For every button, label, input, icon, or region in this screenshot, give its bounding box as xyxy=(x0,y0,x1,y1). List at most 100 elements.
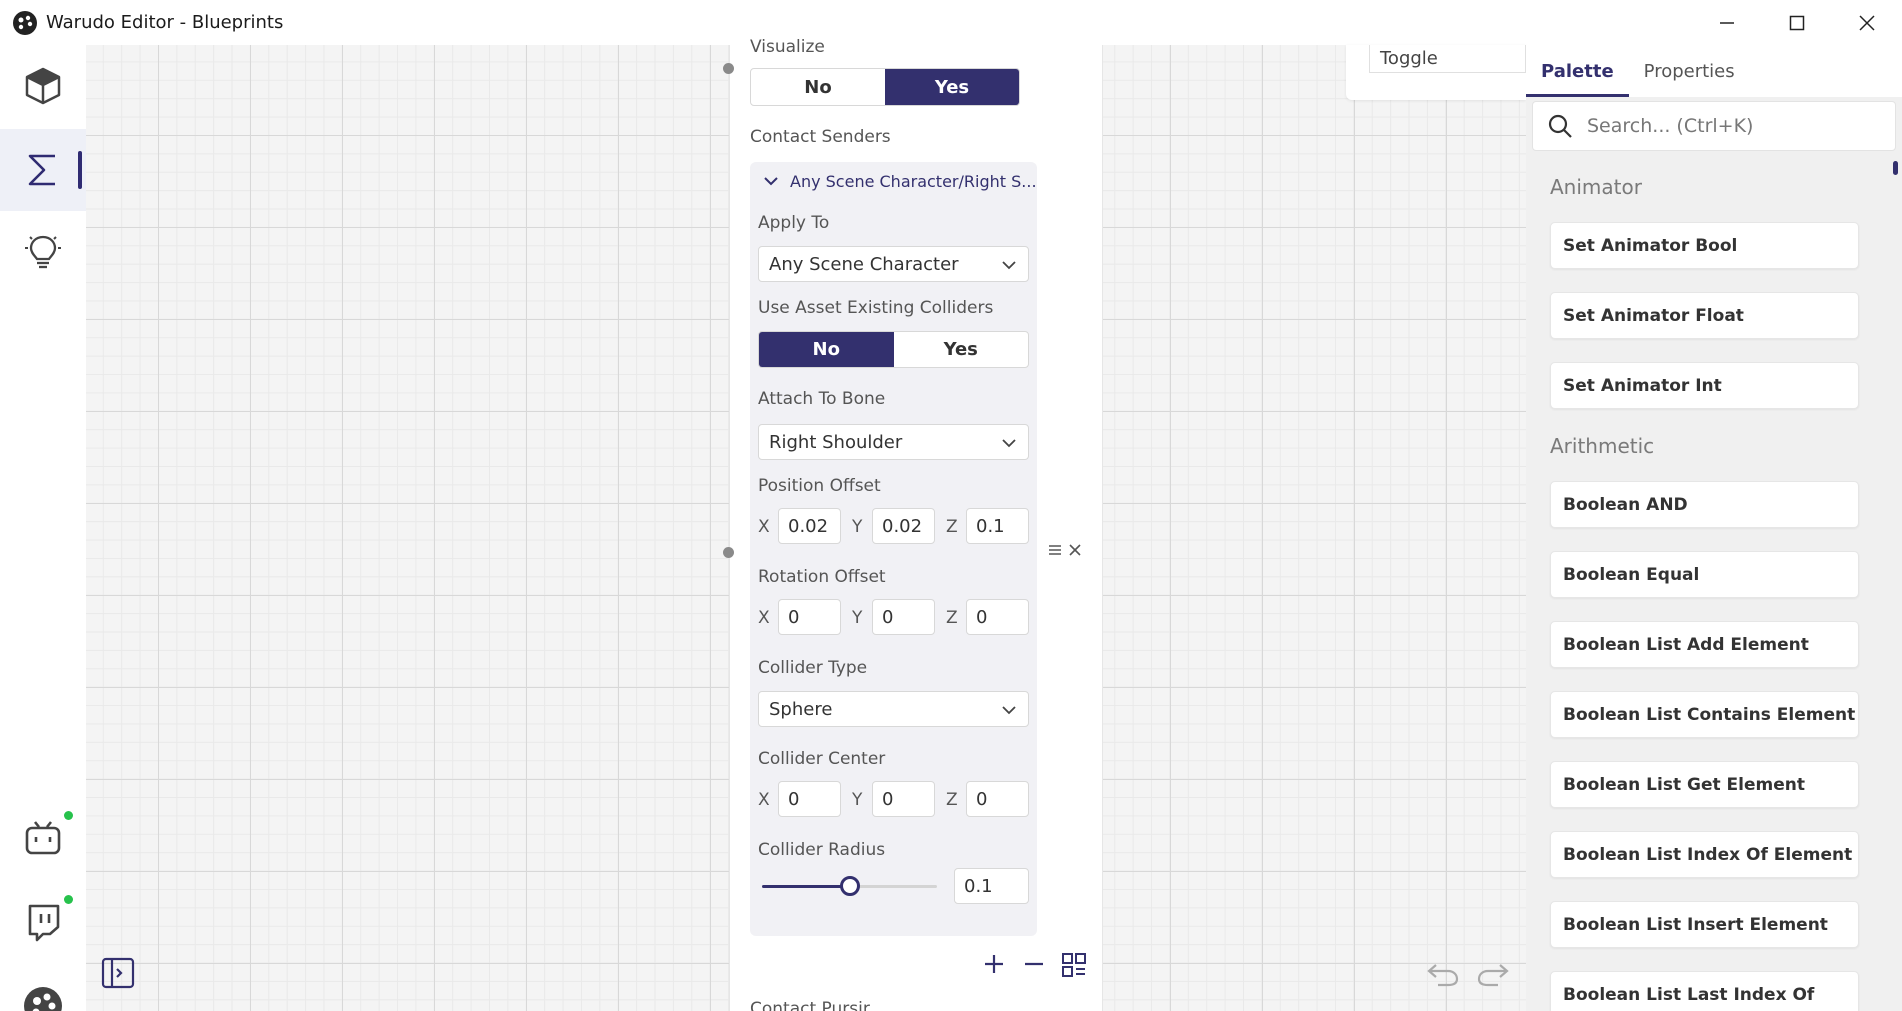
contact-sender-group-header[interactable]: Any Scene Character/Right S... xyxy=(750,162,1037,200)
rail-item-blueprints[interactable] xyxy=(0,129,86,211)
collider-type-value: Sphere xyxy=(769,698,833,720)
rotation-offset-label: Rotation Offset xyxy=(758,567,886,587)
rotation-x-input[interactable]: 0 xyxy=(778,599,841,635)
attach-to-bone-value: Right Shoulder xyxy=(769,431,903,453)
reorder-handle[interactable] xyxy=(1046,538,1064,562)
contact-node[interactable]: Visualize No Yes Contact Senders Any Sce… xyxy=(723,37,1103,1011)
palette-item-boolean-list-add-element[interactable]: Boolean List Add Element xyxy=(1550,621,1859,668)
warudo-logo-icon xyxy=(13,10,37,35)
input-pin-top[interactable] xyxy=(723,63,734,74)
rotation-x-axis-label: X xyxy=(758,608,770,628)
tab-properties[interactable]: Properties xyxy=(1629,45,1750,97)
close-button[interactable] xyxy=(1832,0,1902,45)
chevron-down-icon xyxy=(1002,261,1016,270)
center-y-axis-label: Y xyxy=(852,790,863,810)
palette-item-set-animator-bool[interactable]: Set Animator Bool xyxy=(1550,222,1859,269)
collider-radius-input[interactable]: 0.1 xyxy=(954,868,1029,904)
collider-type-label: Collider Type xyxy=(758,658,868,678)
collider-radius-slider-thumb[interactable] xyxy=(839,876,860,896)
apply-to-value: Any Scene Character xyxy=(769,253,959,275)
palette-item-boolean-and[interactable]: Boolean AND xyxy=(1550,481,1859,528)
bilibili-status-dot xyxy=(64,811,73,820)
toggle-node[interactable]: Toggle xyxy=(1346,45,1526,100)
apply-to-label: Apply To xyxy=(758,213,830,233)
palette-item-boolean-list-get-element[interactable]: Boolean List Get Element xyxy=(1550,761,1859,808)
toggle-sidebar-button[interactable] xyxy=(100,955,136,991)
palette-item-set-animator-float[interactable]: Set Animator Float xyxy=(1550,292,1859,339)
category-arithmetic: Arithmetic xyxy=(1550,434,1655,458)
cut-off-label: Contact Pursir xyxy=(750,999,870,1011)
palette-item-boolean-list-contains-element[interactable]: Boolean List Contains Element xyxy=(1550,691,1859,738)
use-existing-colliders-toggle: No Yes xyxy=(758,331,1029,368)
search-icon xyxy=(1548,114,1572,138)
palette-item-boolean-list-index-of-element[interactable]: Boolean List Index Of Element xyxy=(1550,831,1859,878)
bilibili-icon xyxy=(25,821,61,855)
rail-item-bilibili[interactable] xyxy=(0,797,86,879)
maximize-button[interactable] xyxy=(1762,0,1832,45)
collider-type-select[interactable]: Sphere xyxy=(758,691,1029,727)
palette-search xyxy=(1532,101,1896,151)
rail-item-twitch[interactable] xyxy=(0,881,86,963)
rail-item-tips[interactable] xyxy=(0,211,86,293)
twitch-icon xyxy=(28,904,60,942)
plus-icon xyxy=(985,955,1003,973)
minimize-icon xyxy=(1720,21,1734,24)
position-y-input[interactable]: 0.02 xyxy=(872,508,935,544)
sidebar-toggle-icon xyxy=(101,957,135,989)
add-item-button[interactable] xyxy=(980,950,1008,978)
remove-last-item-button[interactable] xyxy=(1020,950,1048,978)
title-bar: Warudo Editor - Blueprints xyxy=(0,0,1902,45)
toggle-node-field[interactable]: Toggle xyxy=(1369,45,1526,73)
search-input[interactable] xyxy=(1587,115,1877,137)
palette-item-boolean-equal[interactable]: Boolean Equal xyxy=(1550,551,1859,598)
rotation-z-axis-label: Z xyxy=(946,608,958,628)
center-z-axis-label: Z xyxy=(946,790,958,810)
rail-item-scene[interactable] xyxy=(0,45,86,127)
rotation-y-axis-label: Y xyxy=(852,608,863,628)
panel-tabs: Palette Properties xyxy=(1526,45,1902,97)
collapse-all-button[interactable] xyxy=(1059,950,1089,980)
remove-item-button[interactable] xyxy=(1066,538,1084,562)
rotation-z-input[interactable]: 0 xyxy=(966,599,1029,635)
maximize-icon xyxy=(1789,15,1805,30)
visualize-yes-option[interactable]: Yes xyxy=(885,69,1019,105)
palette-item-set-animator-int[interactable]: Set Animator Int xyxy=(1550,362,1859,409)
warudo-icon xyxy=(24,987,62,1011)
tab-palette[interactable]: Palette xyxy=(1526,45,1629,97)
use-existing-yes-option[interactable]: Yes xyxy=(894,332,1029,367)
minimize-button[interactable] xyxy=(1692,0,1762,45)
center-x-axis-label: X xyxy=(758,790,770,810)
use-existing-no-option[interactable]: No xyxy=(759,332,894,367)
chevron-down-icon xyxy=(764,177,778,186)
chevron-down-icon xyxy=(1002,439,1016,448)
position-offset-label: Position Offset xyxy=(758,476,881,496)
undo-button[interactable] xyxy=(1424,956,1462,990)
position-z-axis-label: Z xyxy=(946,517,958,537)
close-icon xyxy=(1859,14,1875,31)
position-z-input[interactable]: 0.1 xyxy=(966,508,1029,544)
redo-button[interactable] xyxy=(1474,956,1512,990)
apply-to-select[interactable]: Any Scene Character xyxy=(758,246,1029,282)
collider-radius-slider-fill xyxy=(762,885,850,888)
palette-item-boolean-list-insert-element[interactable]: Boolean List Insert Element xyxy=(1550,901,1859,948)
category-animator: Animator xyxy=(1550,175,1642,199)
center-y-input[interactable]: 0 xyxy=(872,781,935,817)
center-z-input[interactable]: 0 xyxy=(966,781,1029,817)
visualize-no-option[interactable]: No xyxy=(751,69,885,105)
lightbulb-icon xyxy=(25,235,61,269)
visualize-toggle: No Yes xyxy=(750,68,1020,106)
undo-icon xyxy=(1427,964,1459,987)
position-y-axis-label: Y xyxy=(852,517,863,537)
contact-senders-label: Contact Senders xyxy=(750,127,891,147)
rail-item-warudo[interactable] xyxy=(0,965,86,1011)
rotation-y-input[interactable]: 0 xyxy=(872,599,935,635)
position-x-input[interactable]: 0.02 xyxy=(778,508,841,544)
center-x-input[interactable]: 0 xyxy=(778,781,841,817)
cube-icon xyxy=(25,67,61,105)
input-pin-middle[interactable] xyxy=(723,547,734,558)
palette-scrollbar[interactable] xyxy=(1893,161,1898,175)
attach-to-bone-select[interactable]: Right Shoulder xyxy=(758,424,1029,460)
collider-center-label: Collider Center xyxy=(758,749,886,769)
palette-item-boolean-list-last-index-of[interactable]: Boolean List Last Index Of xyxy=(1550,971,1859,1011)
use-existing-colliders-label: Use Asset Existing Colliders xyxy=(758,298,994,318)
